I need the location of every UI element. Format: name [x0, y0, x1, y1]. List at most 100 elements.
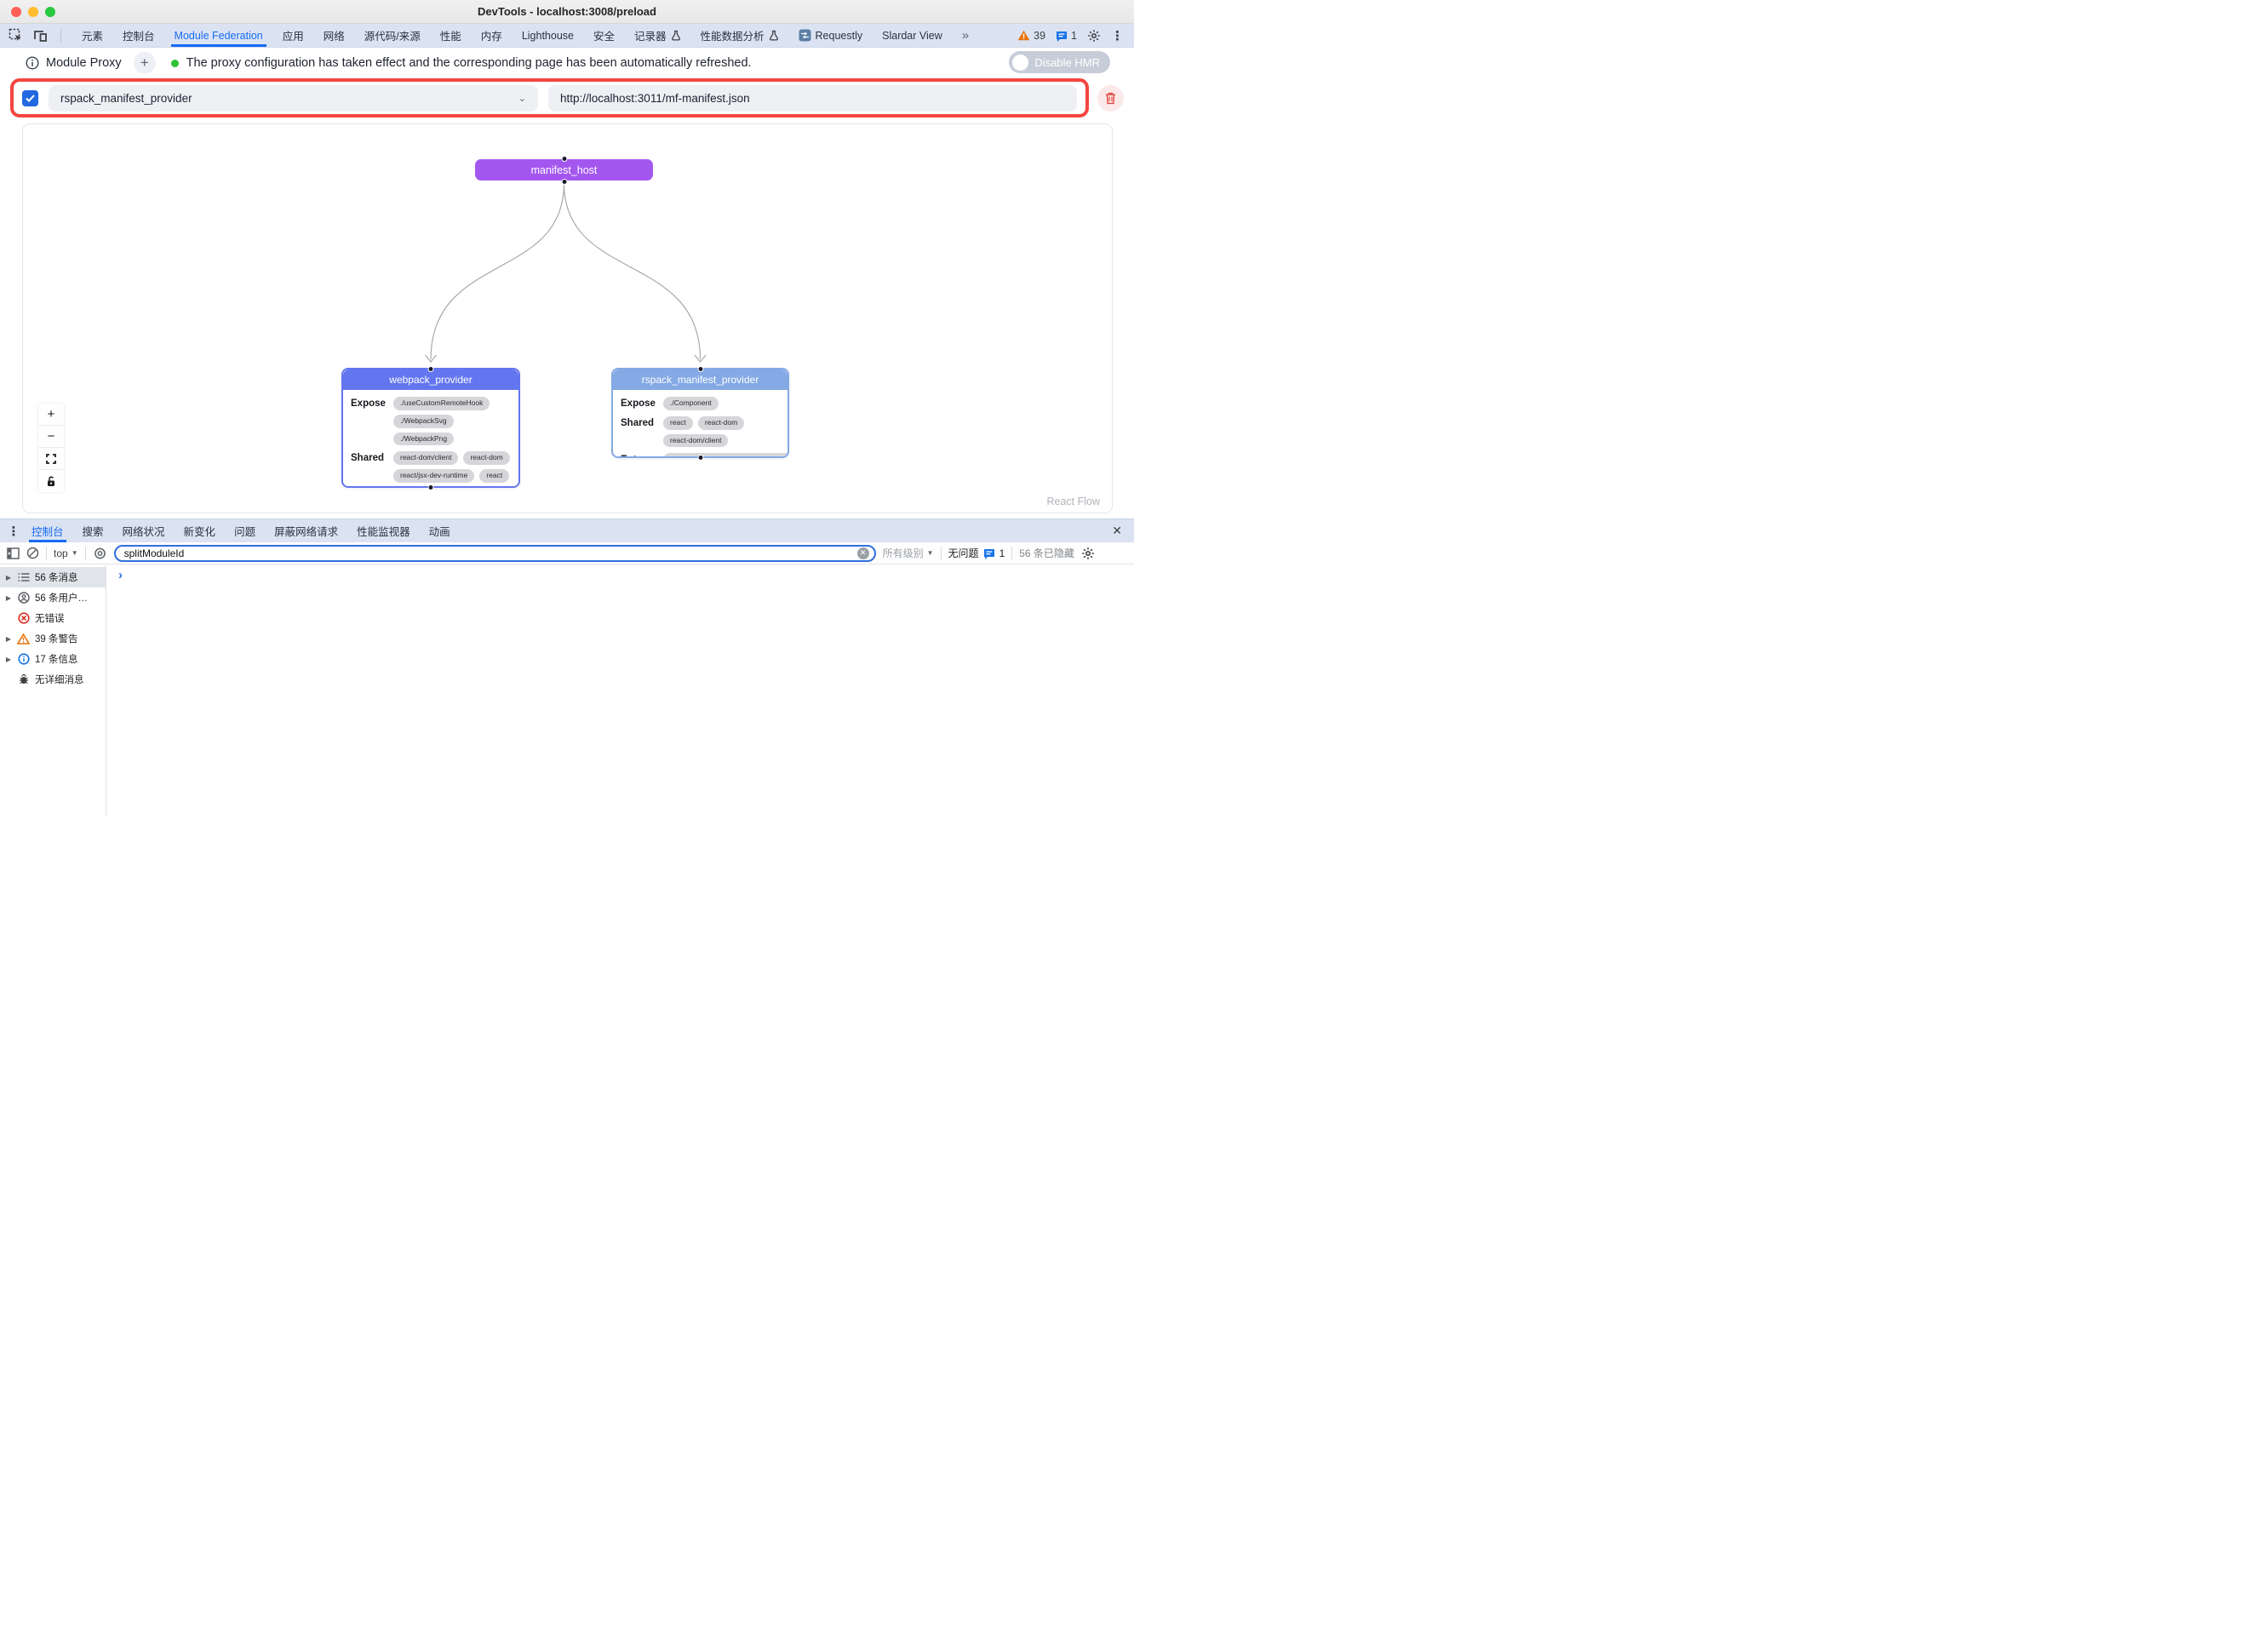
drawer-tab-issues[interactable]: 问题	[225, 519, 265, 542]
message-bubble-icon	[983, 547, 995, 559]
delete-proxy-button[interactable]	[1097, 85, 1124, 112]
disclosure-triangle-icon[interactable]: ▶	[5, 635, 12, 643]
console-sidebar-toggle-icon[interactable]	[7, 547, 20, 559]
module-graph-panel[interactable]: manifest_host webpack_provider Expose ./…	[22, 123, 1113, 513]
tab-performance-insights[interactable]: 性能数据分析	[701, 24, 779, 47]
zoom-in-button[interactable]: +	[38, 404, 64, 426]
shared-pill: react	[479, 469, 509, 483]
inspect-element-icon[interactable]	[9, 28, 23, 43]
node-title: webpack_provider	[343, 370, 518, 390]
tab-performance[interactable]: 性能	[440, 24, 461, 47]
node-handle[interactable]	[428, 484, 434, 490]
tab-memory[interactable]: 内存	[481, 24, 502, 47]
node-handle[interactable]	[561, 156, 567, 162]
node-handle[interactable]	[697, 366, 703, 372]
chevron-down-icon: ⌄	[518, 93, 526, 104]
issues-summary[interactable]: 无问题 1	[948, 546, 1005, 560]
message-bubble-icon	[1056, 30, 1068, 42]
react-flow-attribution[interactable]: React Flow	[1046, 496, 1100, 507]
log-levels-select[interactable]: 所有级别 ▼	[883, 546, 934, 560]
close-window-button[interactable]	[11, 7, 21, 17]
tab-elements[interactable]: 元素	[82, 24, 103, 47]
node-handle[interactable]	[561, 179, 567, 185]
node-webpack-provider[interactable]: webpack_provider Expose ./useCustomRemot…	[341, 368, 520, 488]
proxy-enabled-checkbox[interactable]	[22, 90, 38, 106]
console-settings-gear-icon[interactable]	[1081, 547, 1095, 560]
sidebar-item-user-messages[interactable]: ▶ 56 条用户…	[0, 587, 106, 608]
console-filter-input[interactable]	[124, 547, 852, 559]
toolbar-tabs: 元素 控制台 Module Federation 应用 网络 源代码/来源 性能…	[72, 24, 1007, 47]
node-handle[interactable]	[697, 455, 703, 461]
warning-triangle-icon	[1017, 30, 1030, 41]
fit-view-icon	[46, 454, 56, 464]
tab-module-federation[interactable]: Module Federation	[175, 24, 263, 47]
devtools-toolbar: 元素 控制台 Module Federation 应用 网络 源代码/来源 性能…	[0, 24, 1134, 48]
info-icon	[26, 56, 39, 70]
drawer-tab-network-blocking[interactable]: 屏蔽网络请求	[265, 519, 347, 542]
expose-row: Expose ./Component	[621, 397, 780, 410]
drawer-menu-icon[interactable]: ⋮	[5, 524, 22, 539]
console-toolbar: top ▼ ✕ 所有级别 ▼ 无问题	[0, 542, 1134, 564]
console-prompt-icon[interactable]: ›	[118, 568, 123, 582]
clear-console-icon[interactable]	[26, 547, 39, 559]
tab-application[interactable]: 应用	[283, 24, 304, 47]
sidebar-item-errors[interactable]: 无错误	[0, 608, 106, 628]
drawer-tab-performance-monitor[interactable]: 性能监视器	[347, 519, 420, 542]
expose-pill: ./useCustomRemoteHook	[393, 397, 490, 410]
arrowhead-icon	[426, 355, 437, 362]
flask-icon	[671, 30, 681, 41]
more-tabs-button[interactable]: »	[962, 24, 967, 47]
issues-badge[interactable]: 1	[1056, 30, 1077, 42]
shared-pill: react-dom	[698, 416, 744, 430]
tab-sources[interactable]: 源代码/来源	[364, 24, 421, 47]
fit-view-button[interactable]	[38, 448, 64, 470]
node-rspack-manifest-provider[interactable]: rspack_manifest_provider Expose ./Compon…	[611, 368, 789, 458]
drawer-tab-animations[interactable]: 动画	[420, 519, 460, 542]
node-handle[interactable]	[428, 366, 434, 372]
drawer-tab-search[interactable]: 搜索	[73, 519, 113, 542]
info-icon	[18, 653, 30, 665]
tab-lighthouse[interactable]: Lighthouse	[522, 24, 574, 47]
add-proxy-button[interactable]: +	[134, 52, 156, 74]
console-messages-area[interactable]: ›	[106, 565, 1134, 816]
clear-filter-button[interactable]: ✕	[857, 547, 869, 559]
sidebar-item-label: 无错误	[35, 611, 65, 625]
node-title: manifest_host	[531, 164, 598, 176]
tab-network[interactable]: 网络	[324, 24, 345, 47]
sidebar-item-verbose[interactable]: 无详细消息	[0, 669, 106, 690]
tab-security[interactable]: 安全	[593, 24, 615, 47]
node-manifest-host[interactable]: manifest_host	[475, 159, 653, 180]
live-expression-eye-icon[interactable]	[93, 547, 107, 559]
sidebar-item-info[interactable]: ▶ 17 条信息	[0, 649, 106, 669]
settings-gear-icon[interactable]	[1087, 29, 1101, 43]
provider-select[interactable]: rspack_manifest_provider ⌄	[49, 85, 538, 112]
drawer-tab-console[interactable]: 控制台	[22, 519, 73, 542]
kebab-menu-icon[interactable]: ⋮	[1111, 28, 1124, 43]
disclosure-triangle-icon[interactable]: ▶	[5, 594, 12, 602]
hidden-messages-count: 56 条已隐藏	[1019, 546, 1074, 560]
disable-hmr-toggle[interactable]: Disable HMR	[1009, 51, 1110, 73]
tab-slardar-view[interactable]: Slardar View	[882, 24, 942, 47]
drawer-tab-network-conditions[interactable]: 网络状况	[113, 519, 175, 542]
disclosure-triangle-icon[interactable]: ▶	[5, 656, 12, 663]
minimize-window-button[interactable]	[28, 7, 38, 17]
close-drawer-button[interactable]: ✕	[1105, 524, 1129, 538]
drawer-tab-changes[interactable]: 新变化	[175, 519, 226, 542]
zoom-out-button[interactable]: −	[38, 426, 64, 448]
tab-requestly[interactable]: Requestly	[799, 24, 863, 47]
error-icon	[18, 612, 30, 624]
tab-console[interactable]: 控制台	[123, 24, 155, 47]
manifest-url-input[interactable]: http://localhost:3011/mf-manifest.json	[548, 85, 1077, 112]
console-filter-field: ✕	[114, 545, 876, 562]
maximize-window-button[interactable]	[45, 7, 55, 17]
tab-recorder[interactable]: 记录器	[634, 24, 681, 47]
console-body: ▶ 56 条消息 ▶ 56 条用户…	[0, 565, 1134, 816]
context-selector[interactable]: top ▼	[54, 547, 78, 559]
device-toolbar-icon[interactable]	[33, 29, 49, 43]
lock-button[interactable]	[38, 470, 64, 492]
sidebar-item-all-messages[interactable]: ▶ 56 条消息	[0, 567, 106, 587]
sidebar-item-warnings[interactable]: ▶ 39 条警告	[0, 628, 106, 649]
devtools-window: DevTools - localhost:3008/preload 元素 控制台…	[0, 0, 1134, 816]
warnings-badge[interactable]: 39	[1017, 30, 1045, 42]
disclosure-triangle-icon[interactable]: ▶	[5, 574, 12, 582]
